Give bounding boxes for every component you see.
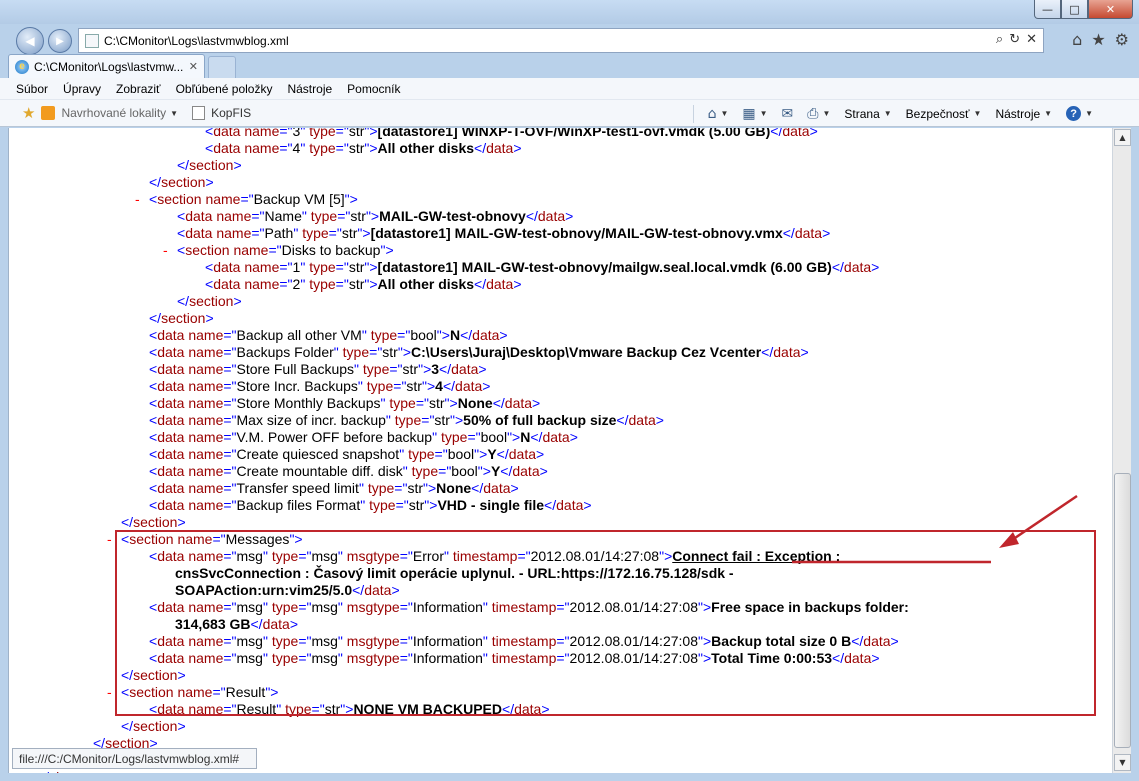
refresh-icon[interactable]: ↻ [1009,32,1020,47]
suggested-sites-icon [41,106,56,120]
back-button[interactable]: ◀ [16,27,44,55]
forward-arrow-icon: ▶ [56,35,64,47]
tools-menu[interactable]: Nástroje ▼ [995,107,1052,121]
home-icon: ⌂ [707,105,717,122]
scroll-thumb[interactable] [1114,473,1131,748]
title-bar: — □ ✕ [0,0,1139,24]
safety-menu[interactable]: Bezpečnosť ▼ [906,107,982,121]
back-arrow-icon: ◀ [25,34,35,48]
scroll-down-button[interactable]: ▼ [1114,754,1131,771]
address-url[interactable]: C:\CMonitor\Logs\lastvmwblog.xml [104,34,289,48]
tab-close-icon[interactable]: ✕ [189,60,198,73]
printer-icon: ⎙ [807,105,819,122]
tab-row: e C:\CMonitor\Logs\lastvmw... ✕ [0,54,1139,78]
command-bar: ⌂ ▼ ▦ ▼ ✉ ⎙ ▼ Strana ▼ Bezpečnosť ▼ Nástroje ▼… [692,100,1093,127]
favorites-star-icon[interactable]: ★ [1091,30,1105,49]
browser-icons: ⌂ ★ ⚙ [1072,30,1129,49]
kopfis-icon [192,106,206,120]
annotation-arrow-icon [792,494,1078,564]
ie-icon: e [15,59,29,74]
tab-active[interactable]: e C:\CMonitor\Logs\lastvmw... ✕ [8,54,205,78]
menu-file[interactable]: Súbor [16,82,48,96]
menu-view[interactable]: Zobraziť [116,82,161,96]
add-favorite-star-icon[interactable]: ★ [22,104,35,122]
mail-command[interactable]: ✉ [782,106,794,122]
menu-favorites[interactable]: Obľúbené položky [176,82,273,96]
tab-label: C:\CMonitor\Logs\lastvmw... [34,59,184,74]
help-icon: ? [1066,106,1082,121]
home-icon[interactable]: ⌂ [1072,30,1082,49]
close-button[interactable]: ✕ [1088,0,1133,19]
help-menu[interactable]: ? ▼ [1066,106,1093,121]
status-url: file:///C:/CMonitor/Logs/lastvmwblog.xml… [12,748,257,769]
print-command[interactable]: ⎙ ▼ [807,106,830,122]
divider [692,104,694,123]
maximize-button[interactable]: □ [1061,0,1088,19]
vertical-scrollbar[interactable]: ▲ ▼ [1112,128,1131,773]
xml-viewer: <data name="3" type="str">[datastore1] W… [8,128,1112,773]
menu-bar: Súbor Úpravy Zobraziť Obľúbené položky N… [0,78,1139,100]
home-command[interactable]: ⌂ ▼ [708,106,729,122]
gear-icon[interactable]: ⚙ [1115,30,1129,49]
page-menu[interactable]: Strana ▼ [844,107,891,121]
mail-icon: ✉ [781,105,794,122]
minimize-button[interactable]: — [1034,0,1061,19]
menu-tools[interactable]: Nástroje [287,82,332,96]
favorites-bar: ★ Navrhované lokality ▼ KopFIS ⌂ ▼ ▦ ▼ ✉ ⎙ ▼… [0,100,1139,127]
menu-help[interactable]: Pomocník [347,82,400,96]
window-controls: — □ ✕ [1034,0,1133,19]
rss-icon: ▦ [742,105,756,122]
new-tab-button[interactable] [208,56,236,78]
page-icon [85,33,99,48]
address-tools: ⌕ ↻ ✕ [996,32,1037,47]
stop-icon[interactable]: ✕ [1026,32,1037,47]
feeds-command[interactable]: ▦ ▼ [742,106,767,122]
search-icon[interactable]: ⌕ [996,32,1003,47]
window-frame-bottom [0,773,1139,781]
navigation-bar: ◀ ▶ C:\CMonitor\Logs\lastvmwblog.xml ⌕ ↻… [0,24,1139,55]
address-bar[interactable]: C:\CMonitor\Logs\lastvmwblog.xml ⌕ ↻ ✕ [78,28,1044,53]
menu-edit[interactable]: Úpravy [63,82,101,96]
scroll-up-button[interactable]: ▲ [1114,129,1131,146]
kopfis-link[interactable]: KopFIS [211,106,251,120]
suggested-sites-link[interactable]: Navrhované lokality ▼ [61,106,178,120]
forward-button[interactable]: ▶ [48,29,72,53]
